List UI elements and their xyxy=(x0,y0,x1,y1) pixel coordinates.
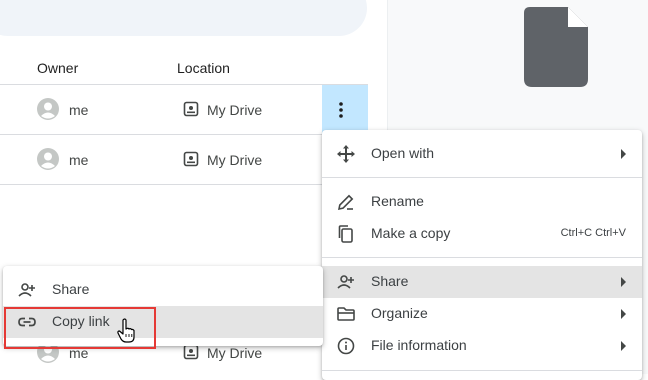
menu-item-label: Organize xyxy=(371,305,428,321)
open-with-icon xyxy=(337,145,355,163)
copy-icon xyxy=(338,225,353,243)
more-vert-icon[interactable] xyxy=(334,100,348,120)
menu-divider xyxy=(322,257,642,258)
keyboard-shortcut: Ctrl+C Ctrl+V xyxy=(560,227,626,239)
menu-item-make-a-copy[interactable]: Make a copy Ctrl+C Ctrl+V xyxy=(322,218,642,250)
menu-item-label: Make a copy xyxy=(371,225,451,241)
owner-column-header[interactable]: Owner xyxy=(37,60,78,76)
menu-divider xyxy=(322,370,642,371)
file-preview-icon xyxy=(524,7,588,87)
context-menu: Open with Rename Make a copy Ctrl+C Ctrl… xyxy=(322,130,642,380)
submenu-arrow-icon xyxy=(621,149,626,159)
search-bar[interactable] xyxy=(0,0,367,36)
submenu-arrow-icon xyxy=(621,277,626,287)
menu-item-file-information[interactable]: File information xyxy=(322,330,642,362)
menu-item-label: Open with xyxy=(371,145,435,161)
share-icon xyxy=(18,283,35,297)
menu-divider xyxy=(322,177,642,178)
location-cell[interactable]: My Drive xyxy=(207,102,262,118)
folder-icon xyxy=(337,307,355,321)
hand-cursor-icon xyxy=(117,318,135,343)
info-icon xyxy=(337,337,355,355)
my-drive-icon xyxy=(183,344,199,360)
my-drive-icon xyxy=(183,151,199,167)
submenu-arrow-icon xyxy=(621,309,626,319)
rename-icon xyxy=(337,194,354,211)
menu-item-label: Rename xyxy=(371,193,424,209)
submenu-arrow-icon xyxy=(621,341,626,351)
location-cell[interactable]: My Drive xyxy=(207,345,262,361)
owner-cell: me xyxy=(69,152,89,168)
submenu-item-share[interactable]: Share xyxy=(3,274,323,306)
menu-item-rename[interactable]: Rename xyxy=(322,186,642,218)
menu-item-open-with[interactable]: Open with xyxy=(322,138,642,170)
avatar-icon xyxy=(37,148,59,170)
menu-item-label: Share xyxy=(371,273,409,289)
owner-cell: me xyxy=(69,102,89,118)
menu-item-organize[interactable]: Organize xyxy=(322,298,642,330)
menu-item-share[interactable]: Share xyxy=(322,266,642,298)
share-icon xyxy=(337,275,354,289)
menu-item-label: File information xyxy=(371,337,467,353)
menu-item-label: Share xyxy=(52,281,90,297)
location-column-header[interactable]: Location xyxy=(177,60,230,76)
my-drive-icon xyxy=(183,101,199,117)
location-cell[interactable]: My Drive xyxy=(207,152,262,168)
avatar-icon xyxy=(37,98,59,120)
